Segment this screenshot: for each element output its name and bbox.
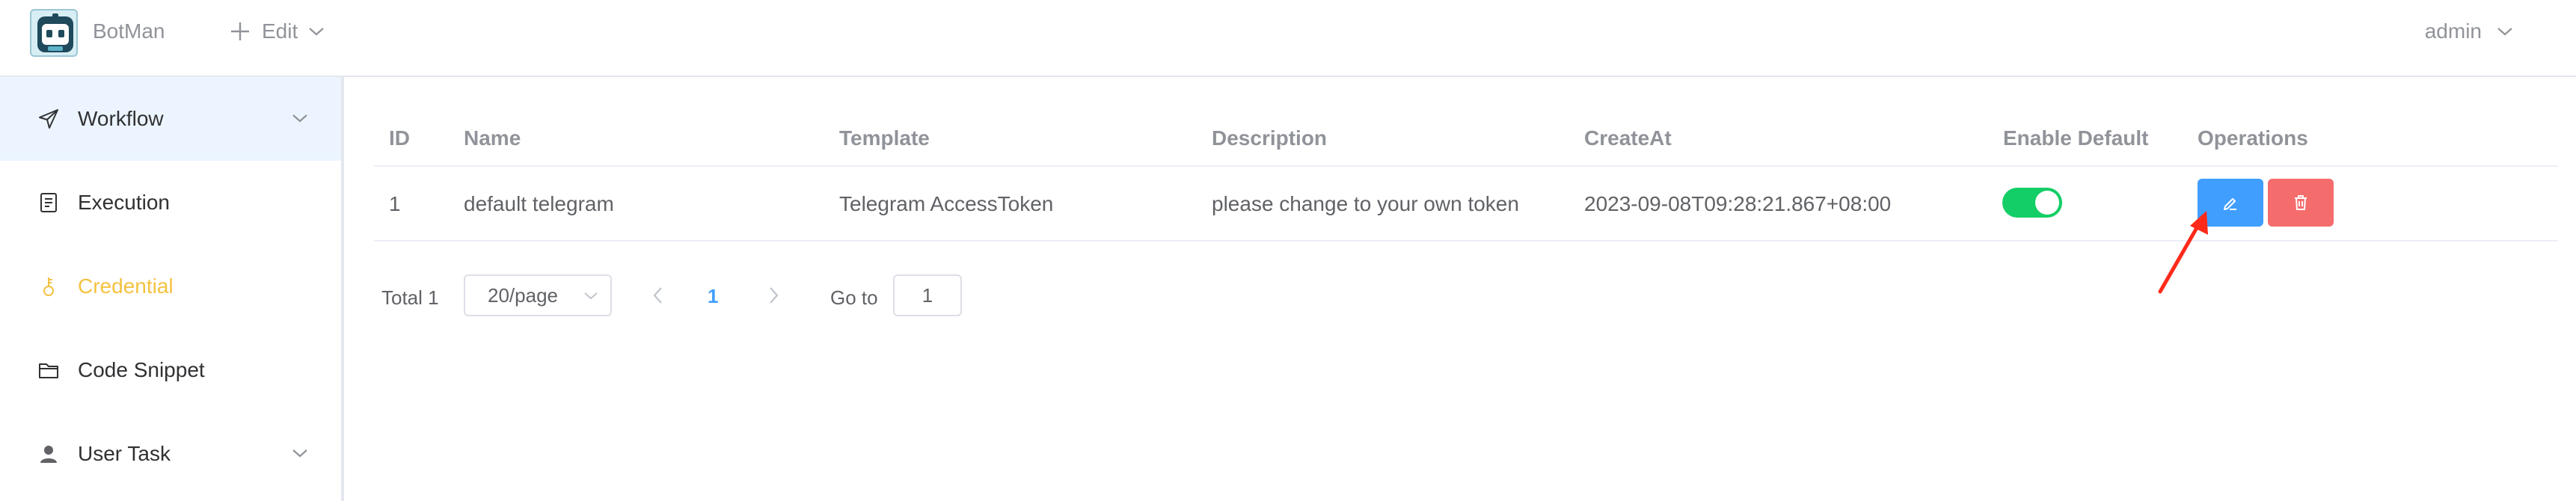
next-page-icon[interactable] — [766, 285, 781, 306]
sidebar-item-label: User Task — [78, 442, 171, 465]
chevron-down-icon — [309, 28, 324, 36]
chevron-down-icon — [584, 292, 598, 300]
paper-plane-icon — [36, 106, 61, 132]
sidebar-item-label: Workflow — [78, 107, 164, 130]
column-header-id: ID — [389, 126, 410, 150]
sidebar-item-user-task[interactable]: User Task — [0, 412, 341, 496]
key-icon — [36, 274, 61, 299]
cell-name: default telegram — [464, 192, 614, 215]
edit-menu-label: Edit — [262, 19, 298, 43]
document-icon — [36, 190, 61, 215]
app-name: BotMan — [93, 19, 165, 43]
chevron-down-icon — [2497, 28, 2512, 36]
folder-icon — [36, 357, 61, 383]
plus-icon — [231, 22, 249, 40]
annotation-arrow-icon — [2158, 211, 2208, 294]
page-size-select[interactable]: 20/page — [464, 274, 612, 316]
pagination-total: Total 1 — [381, 286, 439, 309]
toggle-knob — [2035, 191, 2059, 215]
main-content: ID Name Template Description CreateAt En… — [344, 77, 2576, 501]
page-size-value: 20/page — [488, 283, 558, 307]
chevron-down-icon — [292, 449, 307, 458]
column-header-create-at: CreateAt — [1584, 126, 1672, 150]
sidebar-item-credential[interactable]: Credential — [0, 245, 341, 328]
cell-template: Telegram AccessToken — [839, 192, 1054, 215]
cell-create-at: 2023-09-08T09:28:21.867+08:00 — [1584, 192, 1892, 215]
chevron-down-icon — [292, 114, 307, 123]
column-header-template: Template — [839, 126, 930, 150]
user-menu[interactable]: admin — [2425, 16, 2513, 46]
goto-page-input[interactable] — [893, 274, 962, 316]
sidebar-item-execution[interactable]: Execution — [0, 161, 341, 245]
pencil-icon — [2224, 198, 2236, 210]
cell-id: 1 — [389, 192, 401, 215]
goto-label: Go to — [830, 286, 878, 309]
table-header: ID Name Template Description CreateAt En… — [374, 113, 2558, 167]
page-number-1[interactable]: 1 — [708, 285, 718, 308]
robot-logo-icon — [37, 13, 73, 52]
sidebar-item-label: Code Snippet — [78, 358, 205, 381]
prev-page-icon[interactable] — [651, 285, 666, 306]
top-header: BotMan Edit admin — [0, 0, 2576, 77]
sidebar-item-workflow[interactable]: Workflow — [0, 77, 341, 161]
user-name: admin — [2424, 19, 2482, 43]
column-header-operations: Operations — [2198, 126, 2308, 150]
sidebar-item-label: Credential — [78, 274, 174, 298]
pagination: Total 1 20/page 1 Go to — [381, 274, 1279, 316]
botman-logo[interactable] — [30, 9, 78, 57]
enable-default-toggle[interactable] — [2002, 188, 2062, 218]
sidebar: Workflow Execution Credential Code Snipp… — [0, 77, 344, 501]
trash-icon — [2295, 195, 2307, 210]
sidebar-item-code-snippet[interactable]: Code Snippet — [0, 328, 341, 412]
column-header-name: Name — [464, 126, 521, 150]
sidebar-item-label: Execution — [78, 191, 170, 214]
edit-menu[interactable]: Edit — [229, 16, 325, 46]
delete-button[interactable] — [2268, 179, 2334, 227]
cell-description: please change to your own token — [1212, 192, 1519, 215]
column-header-enable-default: Enable Default — [2003, 126, 2149, 150]
table-row: 1 default telegram Telegram AccessToken … — [374, 167, 2558, 242]
column-header-description: Description — [1212, 126, 1328, 150]
user-icon — [36, 441, 61, 467]
